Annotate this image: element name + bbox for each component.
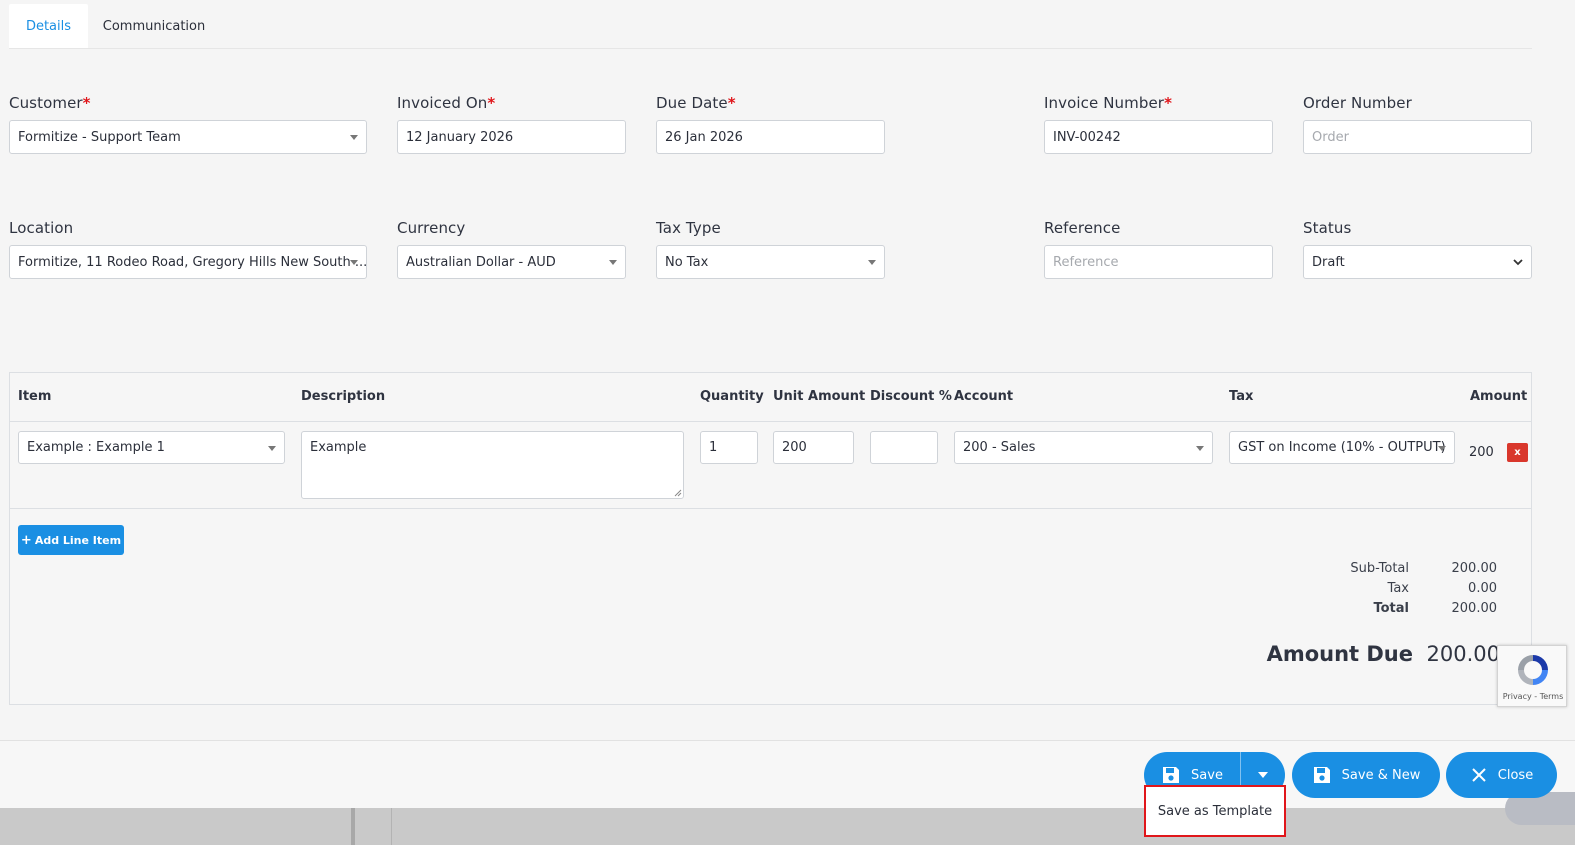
background-divider — [391, 808, 392, 845]
total-value: 200.00 — [1451, 601, 1498, 616]
tax-value: GST on Income (10% - OUTPUT) — [1238, 440, 1446, 455]
invoice-number-label: Invoice Number* — [1044, 94, 1173, 112]
reference-label: Reference — [1044, 219, 1121, 237]
close-button[interactable]: Close — [1446, 752, 1557, 798]
reference-placeholder: Reference — [1053, 254, 1119, 270]
discount-field[interactable] — [870, 431, 938, 464]
col-header-unit-amount: Unit Amount — [773, 389, 866, 404]
header-divider — [10, 421, 1531, 422]
invoiced-on-label: Invoiced On* — [397, 94, 496, 112]
currency-label: Currency — [397, 219, 466, 237]
plus-icon: + — [20, 532, 32, 548]
customer-label: Customer* — [9, 94, 91, 112]
row-divider — [10, 508, 1531, 509]
col-header-item: Item — [18, 389, 52, 404]
order-number-label: Order Number — [1303, 94, 1412, 112]
due-date-field[interactable]: 26 Jan 2026 — [656, 120, 885, 154]
chevron-down-icon — [1438, 446, 1446, 451]
delete-row-button[interactable]: x — [1507, 443, 1528, 462]
col-header-amount: Amount — [1470, 389, 1528, 404]
chevron-down-icon — [1196, 446, 1204, 451]
status-select[interactable]: Draft — [1303, 245, 1532, 279]
location-select[interactable]: Formitize, 11 Rodeo Road, Gregory Hills … — [9, 245, 367, 279]
chevron-down-icon — [609, 260, 617, 265]
chevron-down-icon — [868, 260, 876, 265]
unit-amount-field[interactable]: 200 — [773, 431, 854, 464]
amount-value: 200 — [1469, 445, 1494, 460]
reference-field[interactable]: Reference — [1044, 245, 1273, 279]
save-and-new-label: Save & New — [1341, 767, 1421, 783]
save-and-new-button[interactable]: Save & New — [1292, 752, 1440, 798]
due-date-label: Due Date* — [656, 94, 736, 112]
customer-value: Formitize - Support Team — [18, 129, 181, 145]
item-select[interactable]: Example : Example 1 — [18, 431, 285, 464]
order-number-placeholder: Order — [1312, 129, 1349, 145]
col-header-description: Description — [301, 389, 386, 404]
currency-value: Australian Dollar - AUD — [406, 254, 556, 270]
chevron-down-icon — [350, 135, 358, 140]
tab-communication[interactable]: Communication — [96, 4, 212, 48]
invoice-number-field[interactable]: INV-00242 — [1044, 120, 1273, 154]
save-as-template-label: Save as Template — [1157, 803, 1273, 819]
unit-amount-value: 200 — [782, 440, 807, 455]
currency-select[interactable]: Australian Dollar - AUD — [397, 245, 626, 279]
quantity-value: 1 — [709, 440, 718, 455]
recaptcha-icon — [1518, 655, 1548, 685]
tax-type-select[interactable]: No Tax — [656, 245, 885, 279]
amount-due-value: 200.00 — [1426, 642, 1500, 666]
status-value: Draft — [1312, 254, 1345, 270]
location-label: Location — [9, 219, 74, 237]
floppy-disk-icon — [1163, 767, 1180, 783]
description-textarea[interactable]: Example — [301, 431, 684, 499]
tax-total-value: 0.00 — [1468, 581, 1497, 596]
invoiced-on-value: 12 January 2026 — [406, 129, 514, 145]
due-date-value: 26 Jan 2026 — [665, 129, 743, 145]
resize-handle-icon[interactable] — [674, 489, 682, 497]
col-header-discount: Discount % — [870, 389, 952, 404]
quantity-field[interactable]: 1 — [700, 431, 758, 464]
tax-type-value: No Tax — [665, 254, 709, 270]
status-label: Status — [1303, 219, 1352, 237]
order-number-field[interactable]: Order — [1303, 120, 1532, 154]
tax-select[interactable]: GST on Income (10% - OUTPUT) — [1229, 431, 1455, 464]
chevron-down-icon — [350, 260, 358, 265]
background-divider — [351, 808, 355, 845]
tab-divider — [9, 48, 1532, 49]
add-line-item-label: Add Line Item — [34, 533, 122, 547]
chevron-down-icon — [1513, 259, 1523, 266]
caret-down-icon — [1258, 772, 1268, 778]
col-header-tax: Tax — [1229, 389, 1254, 404]
close-icon — [1472, 768, 1486, 782]
tax-total-label: Tax — [1387, 581, 1409, 596]
subtotal-label: Sub-Total — [1350, 561, 1409, 576]
total-label: Total — [1373, 601, 1409, 616]
floppy-disk-icon — [1313, 767, 1330, 783]
add-line-item-button[interactable]: + Add Line Item — [18, 525, 124, 555]
invoiced-on-field[interactable]: 12 January 2026 — [397, 120, 626, 154]
account-select[interactable]: 200 - Sales — [954, 431, 1213, 464]
item-value: Example : Example 1 — [27, 440, 165, 455]
amount-due-label: Amount Due — [1266, 642, 1413, 666]
recaptcha-terms[interactable]: Privacy - Terms — [1498, 692, 1568, 701]
save-as-template-menu-item[interactable]: Save as Template — [1144, 785, 1286, 837]
tab-details[interactable]: Details — [9, 4, 88, 48]
tax-type-label: Tax Type — [656, 219, 721, 237]
account-value: 200 - Sales — [963, 440, 1036, 455]
background-overlay — [0, 808, 1575, 845]
save-label: Save — [1191, 767, 1223, 783]
subtotal-value: 200.00 — [1451, 561, 1498, 576]
chevron-down-icon — [268, 446, 276, 451]
col-header-quantity: Quantity — [700, 389, 764, 404]
invoice-number-value: INV-00242 — [1053, 129, 1121, 145]
close-label: Close — [1497, 767, 1534, 783]
col-header-account: Account — [954, 389, 1014, 404]
customer-select[interactable]: Formitize - Support Team — [9, 120, 367, 154]
description-value: Example — [310, 440, 367, 455]
location-value: Formitize, 11 Rodeo Road, Gregory Hills … — [18, 254, 367, 270]
recaptcha-badge[interactable]: Privacy - Terms — [1497, 645, 1567, 707]
